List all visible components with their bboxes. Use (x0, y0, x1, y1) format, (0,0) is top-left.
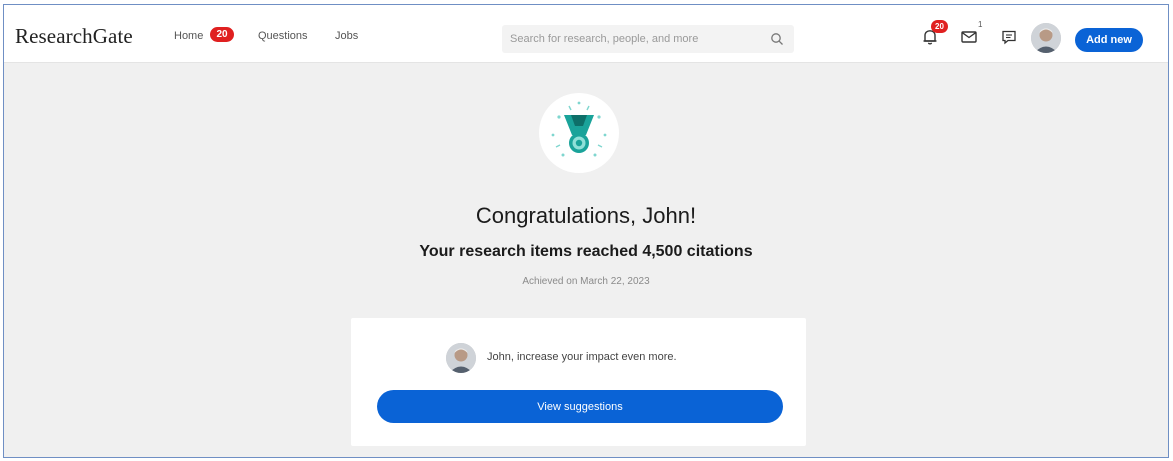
notifications-badge: 20 (931, 20, 948, 33)
search-icon[interactable] (770, 32, 784, 46)
impact-message: John, increase your impact even more. (487, 351, 677, 363)
nav-jobs[interactable]: Jobs (335, 30, 358, 42)
suggestions-card: John, increase your impact even more. Vi… (351, 318, 806, 446)
achieved-date: Achieved on March 22, 2023 (522, 276, 650, 287)
top-nav-bar: ResearchGate Home 20 Questions Jobs 20 1 (4, 5, 1168, 63)
avatar[interactable] (1031, 23, 1061, 53)
nav-home[interactable]: Home (174, 30, 203, 42)
messages-badge: 1 (978, 20, 983, 29)
page-title: Congratulations, John! (475, 203, 697, 228)
medal-badge (539, 93, 619, 173)
search-input[interactable] (502, 25, 762, 53)
medal-icon (551, 101, 607, 157)
avatar (446, 343, 476, 373)
mail-icon[interactable] (959, 27, 979, 47)
home-badge: 20 (210, 27, 234, 42)
search-bar (502, 25, 794, 53)
chat-icon[interactable] (999, 27, 1019, 47)
logo[interactable]: ResearchGate (15, 24, 133, 49)
app-window: ResearchGate Home 20 Questions Jobs 20 1 (3, 4, 1169, 458)
view-suggestions-button[interactable]: View suggestions (377, 390, 783, 423)
achievement-text: Your research items reached 4,500 citati… (419, 243, 753, 260)
add-new-button[interactable]: Add new (1075, 28, 1143, 52)
nav-questions[interactable]: Questions (258, 30, 308, 42)
